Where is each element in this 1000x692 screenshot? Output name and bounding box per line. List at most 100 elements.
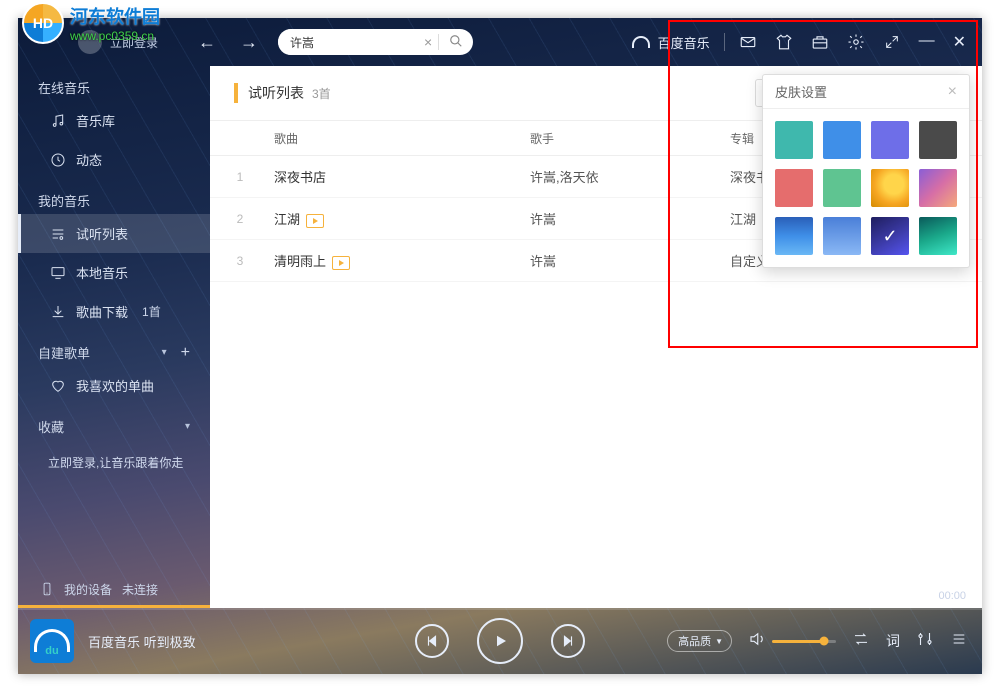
skin-popup-title: 皮肤设置 <box>775 82 827 101</box>
dynamic-icon <box>50 152 66 168</box>
sidebar: 在线音乐 音乐库 动态 我的音乐 试听列表 本地音乐 歌曲下载 1首 自建歌单 … <box>18 66 210 608</box>
download-count-badge: 1首 <box>142 303 161 320</box>
skin-swatch-ocean[interactable] <box>775 217 813 255</box>
nav-forward-icon[interactable]: → <box>240 32 258 53</box>
row-index: 2 <box>210 212 270 226</box>
skin-swatch-dusk[interactable] <box>919 169 957 207</box>
devices-label: 我的设备 <box>64 581 112 598</box>
toolbox-icon[interactable] <box>811 33 829 51</box>
play-button[interactable] <box>477 618 523 664</box>
sidebar-item-label: 音乐库 <box>76 111 115 130</box>
play-order-icon[interactable] <box>852 631 870 652</box>
singer-name: 许嵩,洛天依 <box>530 167 730 186</box>
skin-settings-popup: 皮肤设置 × <box>762 74 970 268</box>
album-art-logo[interactable] <box>30 619 74 663</box>
watermark-cn: 河东软件园 <box>70 3 160 29</box>
mini-mode-icon[interactable] <box>883 33 901 51</box>
search-button-icon[interactable] <box>439 34 473 51</box>
time-display: 00:00 <box>938 590 966 602</box>
lyrics-icon[interactable]: 词 <box>886 631 900 651</box>
skin-swatch-teal[interactable] <box>775 121 813 159</box>
sidebar-cat-collect[interactable]: 收藏▾ <box>18 405 210 440</box>
prev-button[interactable] <box>415 624 449 658</box>
skin-swatch-aurora[interactable] <box>919 217 957 255</box>
list-title: 试听列表 <box>248 83 304 103</box>
player-bar: 00:00 百度音乐 听到极致 高品质▼ 词 <box>18 608 982 674</box>
mv-badge-icon[interactable] <box>306 214 324 228</box>
sidebar-item-favorites[interactable]: 我喜欢的单曲 <box>18 366 210 405</box>
sidebar-cat-my: 我的音乐 <box>18 179 210 214</box>
volume-slider[interactable] <box>772 640 836 643</box>
col-singer[interactable]: 歌手 <box>530 130 730 147</box>
heart-icon <box>50 378 66 394</box>
add-playlist-icon[interactable]: + <box>181 344 190 362</box>
playlist-icon <box>50 226 66 242</box>
chevron-down-icon: ▾ <box>185 421 190 432</box>
watermark: HD 河东软件园 www.pc0359.cn <box>22 2 160 44</box>
devices-status: 未连接 <box>122 581 158 598</box>
brand-label: 百度音乐 <box>658 33 710 52</box>
download-icon <box>50 304 66 320</box>
app-window: 立即登录 ← → × 百度音乐 — ✕ <box>18 18 982 674</box>
mv-badge-icon[interactable] <box>332 256 350 270</box>
nav-back-icon[interactable]: ← <box>198 32 216 53</box>
search-input[interactable] <box>278 29 418 55</box>
sidebar-devices[interactable]: 我的设备 未连接 <box>40 580 158 598</box>
row-index: 3 <box>210 254 270 268</box>
monitor-icon <box>50 265 66 281</box>
sidebar-login-tip[interactable]: 立即登录,让音乐跟着你走 <box>18 440 210 471</box>
sidebar-item-musiclib[interactable]: 音乐库 <box>18 101 210 140</box>
equalizer-icon[interactable] <box>916 630 934 653</box>
skin-swatch-sky[interactable] <box>823 217 861 255</box>
song-name: 清明雨上 <box>274 254 326 269</box>
song-name: 江湖 <box>274 212 300 227</box>
skin-swatch-purple[interactable] <box>871 121 909 159</box>
window-controls: — ✕ <box>919 32 966 52</box>
skin-popup-close-icon[interactable]: × <box>948 83 957 101</box>
search-clear-icon[interactable]: × <box>418 34 438 50</box>
chevron-down-icon: ▼ <box>715 637 723 646</box>
row-index: 1 <box>210 170 270 184</box>
skin-swatch-red[interactable] <box>775 169 813 207</box>
skin-swatch-night-selected[interactable] <box>871 217 909 255</box>
skin-swatch-blue[interactable] <box>823 121 861 159</box>
quality-selector[interactable]: 高品质▼ <box>667 630 732 652</box>
sidebar-item-dynamic[interactable]: 动态 <box>18 140 210 179</box>
sidebar-cat-online: 在线音乐 <box>18 66 210 101</box>
phone-icon <box>40 580 54 598</box>
sidebar-item-download[interactable]: 歌曲下载 1首 <box>18 292 210 331</box>
sidebar-item-local[interactable]: 本地音乐 <box>18 253 210 292</box>
skin-swatch-dark[interactable] <box>919 121 957 159</box>
next-button[interactable] <box>551 624 585 658</box>
search-box: × <box>278 29 473 55</box>
skin-swatch-green[interactable] <box>823 169 861 207</box>
settings-gear-icon[interactable] <box>847 33 865 51</box>
watermark-url: www.pc0359.cn <box>70 29 160 43</box>
sidebar-item-label: 我喜欢的单曲 <box>76 376 154 395</box>
sidebar-item-label: 动态 <box>76 150 102 169</box>
minimize-icon[interactable]: — <box>919 32 935 52</box>
col-song[interactable]: 歌曲 <box>270 130 530 147</box>
skin-icon[interactable] <box>775 33 793 51</box>
sidebar-item-listenlist[interactable]: 试听列表 <box>18 214 210 253</box>
mail-icon[interactable] <box>739 33 757 51</box>
watermark-logo: HD <box>22 2 64 44</box>
sidebar-item-label: 本地音乐 <box>76 263 128 282</box>
close-icon[interactable]: ✕ <box>953 32 966 52</box>
sidebar-cat-self[interactable]: 自建歌单 ▾ + <box>18 331 210 366</box>
player-right-controls: 高品质▼ 词 <box>667 630 968 653</box>
progress-bar[interactable] <box>18 608 982 610</box>
sidebar-item-label: 歌曲下载 <box>76 302 128 321</box>
singer-name: 许嵩 <box>530 251 730 270</box>
volume-control <box>748 630 836 653</box>
brand-link[interactable]: 百度音乐 <box>632 33 710 52</box>
topbar: 立即登录 ← → × 百度音乐 — ✕ <box>18 18 982 66</box>
playlist-toggle-icon[interactable] <box>950 631 968 652</box>
sidebar-item-label: 试听列表 <box>76 224 128 243</box>
list-count: 3首 <box>312 85 331 102</box>
skin-swatch-sunflower[interactable] <box>871 169 909 207</box>
singer-name: 许嵩 <box>530 209 730 228</box>
toolbar-icons <box>739 33 901 51</box>
song-name: 深夜书店 <box>274 170 326 185</box>
volume-icon[interactable] <box>748 630 766 653</box>
